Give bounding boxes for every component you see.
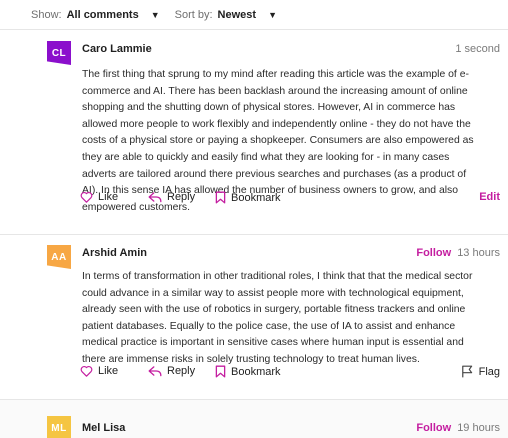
like-label: Like	[98, 191, 119, 203]
comment-meta: 1 second	[455, 43, 500, 55]
caret-down-icon: ▼	[150, 9, 160, 20]
bookmark-label: Bookmark	[231, 365, 281, 378]
comment-timestamp[interactable]: 19 hours	[457, 422, 500, 434]
like-button[interactable]: Like	[80, 365, 118, 377]
bookmark-button[interactable]: Bookmark	[215, 365, 281, 378]
comment: CL Caro Lammie 1 second The first thing …	[0, 30, 508, 235]
comment: ML Mel Lisa Follow 19 hours	[0, 400, 508, 438]
bookmark-icon	[215, 365, 226, 378]
comment-author[interactable]: Caro Lammie	[82, 43, 152, 55]
heart-icon	[80, 365, 93, 377]
reply-label: Reply	[167, 191, 196, 203]
bookmark-icon	[215, 191, 226, 204]
comment: AA Arshid Amin Follow 13 hours In terms …	[0, 235, 508, 400]
show-filter-label: Show:	[31, 8, 62, 21]
like-button[interactable]: Like	[80, 191, 118, 203]
edit-label: Edit	[479, 191, 500, 203]
comment-actions: Like Reply Bookmark Flag	[80, 365, 500, 381]
sort-filter-dropdown[interactable]: Sort by: Newest ▼	[175, 9, 277, 21]
comment-actions: Like Reply Bookmark Edit	[80, 191, 500, 207]
sort-filter-value: Newest	[217, 8, 257, 21]
comment-meta: Follow 19 hours	[416, 422, 500, 434]
bookmark-label: Bookmark	[231, 191, 281, 204]
edit-button[interactable]: Edit	[479, 191, 500, 203]
heart-icon	[80, 191, 93, 203]
avatar[interactable]: ML	[47, 416, 71, 438]
like-label: Like	[98, 365, 119, 377]
reply-button[interactable]: Reply	[148, 365, 195, 377]
reply-arrow-icon	[148, 366, 162, 377]
flag-label: Flag	[478, 365, 500, 378]
follow-button[interactable]: Follow	[416, 422, 451, 434]
flag-icon	[461, 365, 472, 378]
sort-filter-label: Sort by:	[174, 8, 213, 21]
reply-label: Reply	[167, 365, 196, 377]
comment-filters: Show: All comments ▼ Sort by: Newest ▼	[0, 0, 508, 30]
flag-button[interactable]: Flag	[461, 365, 500, 378]
show-filter-value: All comments	[66, 8, 139, 21]
reply-arrow-icon	[148, 192, 162, 203]
avatar[interactable]: AA	[47, 245, 71, 269]
caret-down-icon: ▼	[268, 9, 277, 20]
bookmark-button[interactable]: Bookmark	[215, 191, 281, 204]
comment-timestamp[interactable]: 13 hours	[457, 247, 500, 259]
show-filter-dropdown[interactable]: Show: All comments ▼	[31, 9, 160, 21]
comment-meta: Follow 13 hours	[416, 247, 500, 259]
comment-body: In terms of transformation in other trad…	[82, 271, 473, 365]
avatar[interactable]: CL	[47, 41, 71, 65]
comment-timestamp[interactable]: 1 second	[455, 43, 500, 55]
comment-author[interactable]: Mel Lisa	[82, 422, 125, 434]
follow-button[interactable]: Follow	[416, 247, 451, 259]
comment-author[interactable]: Arshid Amin	[82, 247, 147, 259]
reply-button[interactable]: Reply	[148, 191, 195, 203]
